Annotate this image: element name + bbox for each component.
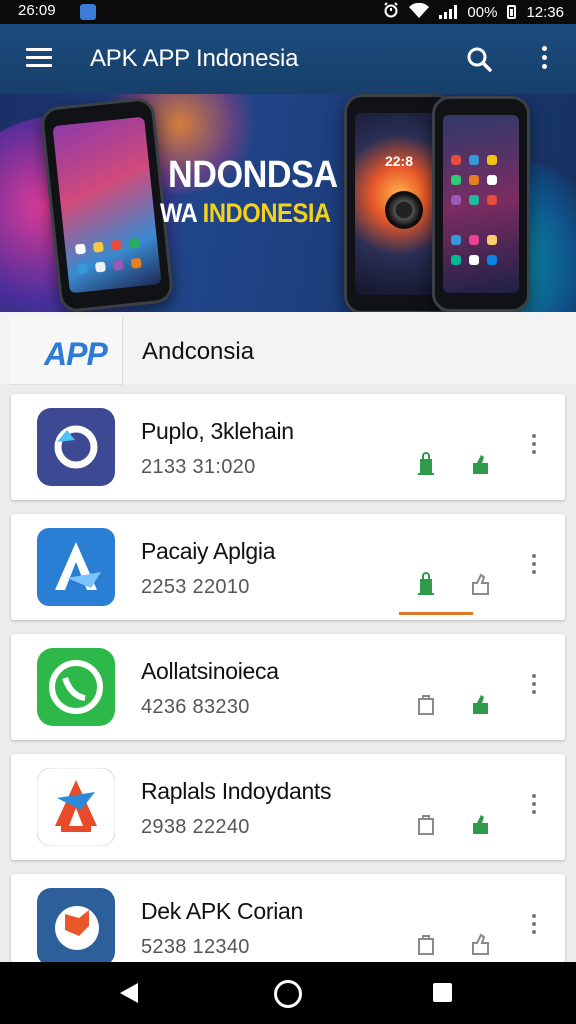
system-nav-bar <box>0 962 576 1024</box>
save-bag-icon[interactable] <box>415 692 437 716</box>
promo-banner[interactable]: NDONDSA WA INDONESIA 22:8 <box>0 94 576 312</box>
section-title: Andconsia <box>142 338 255 365</box>
status-time-left: 26:09 <box>18 2 56 19</box>
app-name: Puplo, 3klehain <box>141 418 294 444</box>
search-icon[interactable] <box>466 46 492 72</box>
section-logo-box: APP <box>10 316 123 385</box>
status-icons: 00% 12:36 <box>383 2 564 22</box>
app-meta: 2133 31:020 <box>141 456 256 478</box>
like-icon[interactable] <box>469 692 491 716</box>
item-more-icon[interactable] <box>529 434 539 460</box>
like-icon[interactable] <box>469 572 491 596</box>
app-icon[interactable] <box>37 648 115 726</box>
hamburger-menu-icon[interactable] <box>26 48 52 68</box>
app-list-item[interactable]: Puplo, 3klehain 2133 31:020 <box>11 394 565 500</box>
app-title: APK APP Indonesia <box>90 45 299 72</box>
banner-headline: NDONDSA <box>168 154 338 196</box>
overflow-menu-icon[interactable] <box>536 46 552 72</box>
app-name: Aollatsinoieca <box>141 658 279 684</box>
section-header: APP Andconsia <box>0 312 576 385</box>
app-list-item[interactable]: Pacaiy Aplgia 2253 22010 <box>11 514 565 620</box>
alarm-icon <box>383 2 399 22</box>
item-more-icon[interactable] <box>529 674 539 700</box>
app-name: Dek APK Corian <box>141 898 303 924</box>
app-bar: APK APP Indonesia <box>0 24 576 94</box>
app-meta: 5238 12340 <box>141 936 250 958</box>
notification-app-icon <box>80 4 96 20</box>
battery-percent: 00% <box>467 3 498 21</box>
like-icon[interactable] <box>469 932 491 956</box>
active-underline <box>399 612 473 615</box>
cell-signal-icon <box>439 5 458 19</box>
app-name: Pacaiy Aplgia <box>141 538 276 564</box>
status-bar: 26:09 00% 12:36 <box>0 0 576 24</box>
back-icon[interactable] <box>118 982 140 1009</box>
banner-phone-clock: 22:8 <box>384 153 414 169</box>
banner-subheadline: WA INDONESIA <box>160 198 331 229</box>
app-meta: 2253 22010 <box>141 576 250 598</box>
like-icon[interactable] <box>469 452 491 476</box>
banner-sub-white: WA <box>160 198 203 228</box>
app-icon[interactable] <box>37 888 115 966</box>
banner-sub-yellow: INDONESIA <box>202 198 332 228</box>
save-bag-icon[interactable] <box>415 572 437 596</box>
app-list-item[interactable]: Aollatsinoieca 4236 83230 <box>11 634 565 740</box>
save-bag-icon[interactable] <box>415 812 437 836</box>
home-icon[interactable] <box>274 980 302 1008</box>
app-list-item[interactable]: Raplals Indoydants 2938 22240 <box>11 754 565 860</box>
item-more-icon[interactable] <box>529 914 539 940</box>
like-icon[interactable] <box>469 812 491 836</box>
app-icon[interactable] <box>37 528 115 606</box>
wifi-icon <box>409 2 430 22</box>
save-bag-icon[interactable] <box>415 452 437 476</box>
recent-apps-icon[interactable] <box>433 983 452 1002</box>
app-meta: 2938 22240 <box>141 816 250 838</box>
app-logo: APP <box>44 336 108 372</box>
item-more-icon[interactable] <box>529 794 539 820</box>
save-bag-icon[interactable] <box>415 932 437 956</box>
app-meta: 4236 83230 <box>141 696 250 718</box>
item-more-icon[interactable] <box>529 554 539 580</box>
battery-icon <box>507 5 517 19</box>
status-time-right: 12:36 <box>526 3 564 21</box>
speaker-graphic <box>385 191 423 229</box>
banner-phone-left <box>39 96 175 312</box>
app-name: Raplals Indoydants <box>141 778 332 804</box>
app-icon[interactable] <box>36 767 116 847</box>
banner-phone-right <box>432 96 530 312</box>
app-icon[interactable] <box>37 408 115 486</box>
